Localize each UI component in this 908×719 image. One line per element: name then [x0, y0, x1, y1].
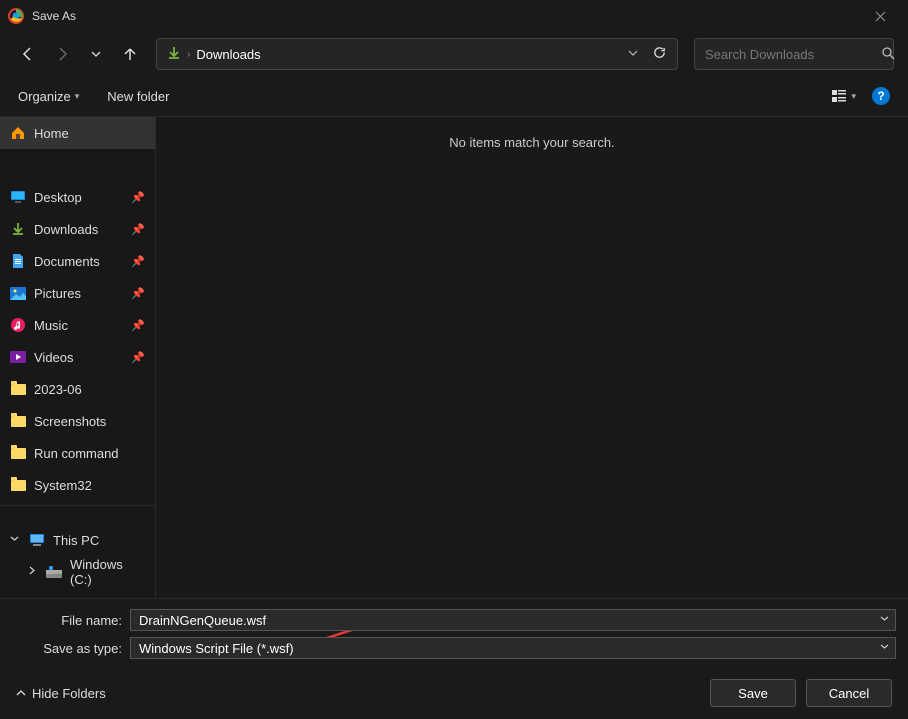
- pin-icon: 📌: [131, 223, 145, 236]
- filename-input[interactable]: DrainNGenQueue.wsf: [130, 609, 896, 631]
- filename-label: File name:: [12, 613, 130, 628]
- sidebar-item-drive[interactable]: Windows (C:): [0, 556, 155, 588]
- bottom-panel: File name: DrainNGenQueue.wsf Save as ty…: [0, 598, 908, 719]
- pin-icon: 📌: [131, 287, 145, 300]
- sidebar-item-label: This PC: [53, 533, 99, 548]
- sidebar-item-label: Run command: [34, 446, 119, 461]
- organize-label: Organize: [18, 89, 71, 104]
- downloads-icon: [10, 221, 26, 237]
- search-icon: [881, 46, 895, 63]
- sidebar-item-folder3[interactable]: Run command: [0, 437, 155, 469]
- breadcrumb-separator-icon: ›: [187, 49, 190, 60]
- chevron-right-icon: [28, 566, 36, 578]
- refresh-button[interactable]: [652, 45, 667, 63]
- sidebar-item-label: Desktop: [34, 190, 82, 205]
- home-icon: [10, 125, 26, 141]
- body-area: Home Desktop 📌 Downloads 📌 Documents 📌 P…: [0, 116, 908, 598]
- desktop-icon: [10, 189, 26, 205]
- filetype-select[interactable]: Windows Script File (*.wsf): [130, 637, 896, 659]
- sidebar-item-label: System32: [34, 478, 92, 493]
- search-input[interactable]: [705, 47, 881, 62]
- chevron-down-icon: ▾: [75, 91, 80, 102]
- sidebar-item-label: 2023-06: [34, 382, 82, 397]
- up-button[interactable]: [116, 40, 144, 68]
- sidebar-item-label: Pictures: [34, 286, 81, 301]
- sidebar-item-label: Home: [34, 126, 69, 141]
- search-bar[interactable]: [694, 38, 894, 70]
- back-button[interactable]: [14, 40, 42, 68]
- hide-folders-button[interactable]: Hide Folders: [16, 686, 106, 701]
- sidebar-item-label: Videos: [34, 350, 74, 365]
- pin-icon: 📌: [131, 255, 145, 268]
- folder-icon: [10, 413, 26, 429]
- save-button[interactable]: Save: [710, 679, 796, 707]
- sidebar-item-label: Windows (C:): [70, 557, 145, 587]
- nav-bar: › Downloads: [0, 32, 908, 76]
- sidebar-item-documents[interactable]: Documents 📌: [0, 245, 155, 277]
- sidebar-item-home[interactable]: Home: [0, 117, 155, 149]
- file-list-area[interactable]: No items match your search.: [156, 117, 908, 598]
- sidebar-item-desktop[interactable]: Desktop 📌: [0, 181, 155, 213]
- sidebar-item-videos[interactable]: Videos 📌: [0, 341, 155, 373]
- sidebar-item-pictures[interactable]: Pictures 📌: [0, 277, 155, 309]
- pin-icon: 📌: [131, 191, 145, 204]
- folder-icon: [10, 445, 26, 461]
- chevron-up-icon: [16, 686, 26, 701]
- folder-icon: [10, 477, 26, 493]
- filetype-value: Windows Script File (*.wsf): [139, 641, 294, 656]
- chevron-down-icon: ▾: [851, 91, 856, 102]
- title-bar: Save As: [0, 0, 908, 32]
- thispc-icon: [29, 532, 45, 548]
- new-folder-button[interactable]: New folder: [107, 89, 169, 104]
- forward-button[interactable]: [48, 40, 76, 68]
- sidebar-item-label: Documents: [34, 254, 100, 269]
- sidebar-item-label: Music: [34, 318, 68, 333]
- organize-button[interactable]: Organize ▾: [18, 89, 79, 104]
- music-icon: [10, 317, 26, 333]
- history-dropdown-icon[interactable]: [628, 48, 638, 61]
- breadcrumb-location[interactable]: Downloads: [196, 47, 622, 62]
- sidebar-item-folder1[interactable]: 2023-06: [0, 373, 155, 405]
- chevron-down-icon[interactable]: [880, 614, 889, 626]
- toolbar: Organize ▾ New folder ▾ ?: [0, 76, 908, 116]
- recent-dropdown[interactable]: [82, 40, 110, 68]
- folder-icon: [10, 381, 26, 397]
- sidebar-item-folder4[interactable]: System32: [0, 469, 155, 501]
- address-bar[interactable]: › Downloads: [156, 38, 678, 70]
- new-folder-label: New folder: [107, 89, 169, 104]
- window-title: Save As: [32, 9, 860, 23]
- drive-icon: [46, 564, 62, 580]
- sidebar-item-thispc[interactable]: This PC: [0, 524, 155, 556]
- sidebar-item-folder2[interactable]: Screenshots: [0, 405, 155, 437]
- sidebar-item-label: Downloads: [34, 222, 98, 237]
- documents-icon: [10, 253, 26, 269]
- filename-value: DrainNGenQueue.wsf: [139, 613, 266, 628]
- downloads-icon: [167, 46, 181, 63]
- close-button[interactable]: [860, 1, 900, 31]
- pictures-icon: [10, 285, 26, 301]
- empty-message: No items match your search.: [449, 135, 614, 598]
- sidebar: Home Desktop 📌 Downloads 📌 Documents 📌 P…: [0, 117, 156, 598]
- help-button[interactable]: ?: [872, 87, 890, 105]
- app-icon: [8, 8, 24, 24]
- view-options-button[interactable]: ▾: [831, 88, 856, 104]
- hide-folders-label: Hide Folders: [32, 686, 106, 701]
- cancel-button[interactable]: Cancel: [806, 679, 892, 707]
- sidebar-item-label: Screenshots: [34, 414, 106, 429]
- sidebar-item-music[interactable]: Music 📌: [0, 309, 155, 341]
- filetype-label: Save as type:: [12, 641, 130, 656]
- pin-icon: 📌: [131, 319, 145, 332]
- pin-icon: 📌: [131, 351, 145, 364]
- chevron-down-icon: [10, 534, 19, 546]
- sidebar-item-downloads[interactable]: Downloads 📌: [0, 213, 155, 245]
- videos-icon: [10, 349, 26, 365]
- chevron-down-icon[interactable]: [880, 642, 889, 654]
